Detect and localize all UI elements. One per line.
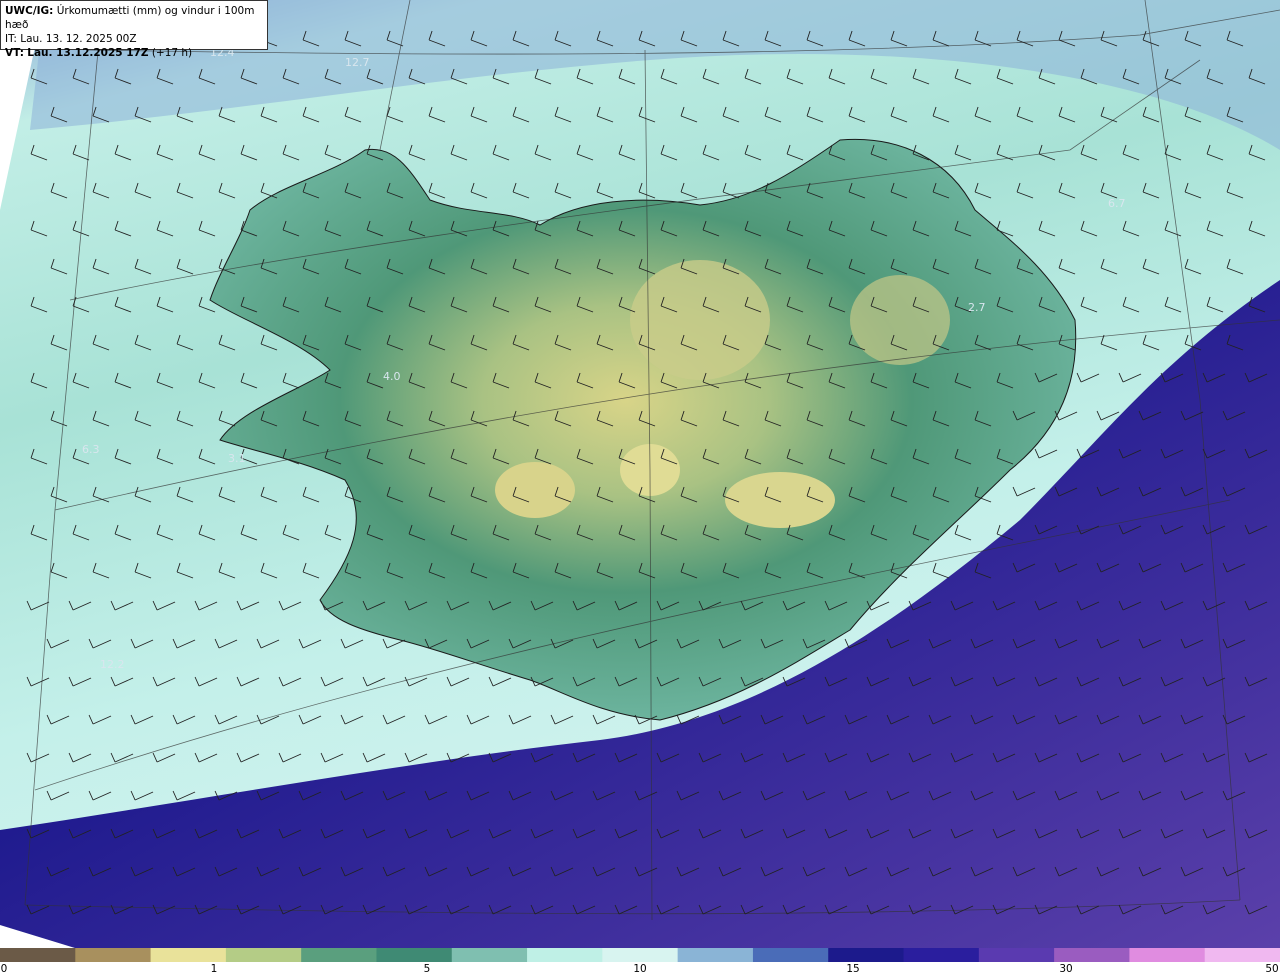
colorbar-tick-label: 5: [423, 963, 431, 975]
colorbar-segment: [451, 948, 529, 962]
colorbar: [0, 948, 1280, 962]
colorbar-segment: [903, 948, 980, 962]
colorbar-segment: [75, 948, 152, 962]
label-3-1: 3.1: [228, 452, 246, 465]
colorbar-segment: [978, 948, 1056, 962]
label-12-7: 12.7: [345, 56, 370, 69]
label-6-7: 6.7: [1108, 197, 1126, 210]
highland-north: [630, 260, 770, 380]
colorbar-segment: [527, 948, 604, 962]
valid-time: Lau. 13.12.2025 17Z: [27, 47, 149, 59]
model-name: UWC/IG:: [5, 5, 54, 17]
colorbar-segment: [0, 948, 77, 962]
colorbar-tick-label: 30: [1059, 963, 1073, 975]
glacier-langjokull: [495, 462, 575, 518]
colorbar-tick-label: 15: [846, 963, 860, 975]
colorbar-segment: [602, 948, 679, 962]
highland-east: [850, 275, 950, 365]
colorbar-tick-label: 0: [0, 963, 8, 975]
colorbar-segment: [225, 948, 303, 962]
label-12-2: 12.2: [100, 658, 125, 671]
colorbar-tick-label: 10: [633, 963, 647, 975]
colorbar-tick-label: 1: [210, 963, 218, 975]
colorbar-segment: [752, 948, 830, 962]
colorbar-segment: [1204, 948, 1280, 962]
label-6-3: 6.3: [82, 443, 100, 456]
colorbar-segment: [828, 948, 905, 962]
colorbar-tick-label: 50: [1265, 963, 1279, 975]
lead-time: (+17 h): [151, 47, 193, 59]
label-2-7: 2.7: [968, 301, 986, 314]
valid-prefix: VT:: [5, 47, 24, 59]
colorbar-segment: [301, 948, 378, 962]
colorbar-segment: [376, 948, 453, 962]
label-4-0: 4.0: [383, 370, 401, 383]
init-time: IT: Lau. 13. 12. 2025 00Z: [5, 33, 137, 45]
colorbar-segment: [150, 948, 227, 962]
precipitation-map: 12.4 12.7 6.7 4.0 6.3 3.1 2.7 12.2: [0, 0, 1280, 948]
colorbar-segment: [1129, 948, 1206, 962]
map-header: UWC/IG: Úrkomumætti (mm) og vindur i 100…: [0, 0, 268, 59]
colorbar-segment: [1054, 948, 1131, 962]
colorbar-segment: [677, 948, 754, 962]
